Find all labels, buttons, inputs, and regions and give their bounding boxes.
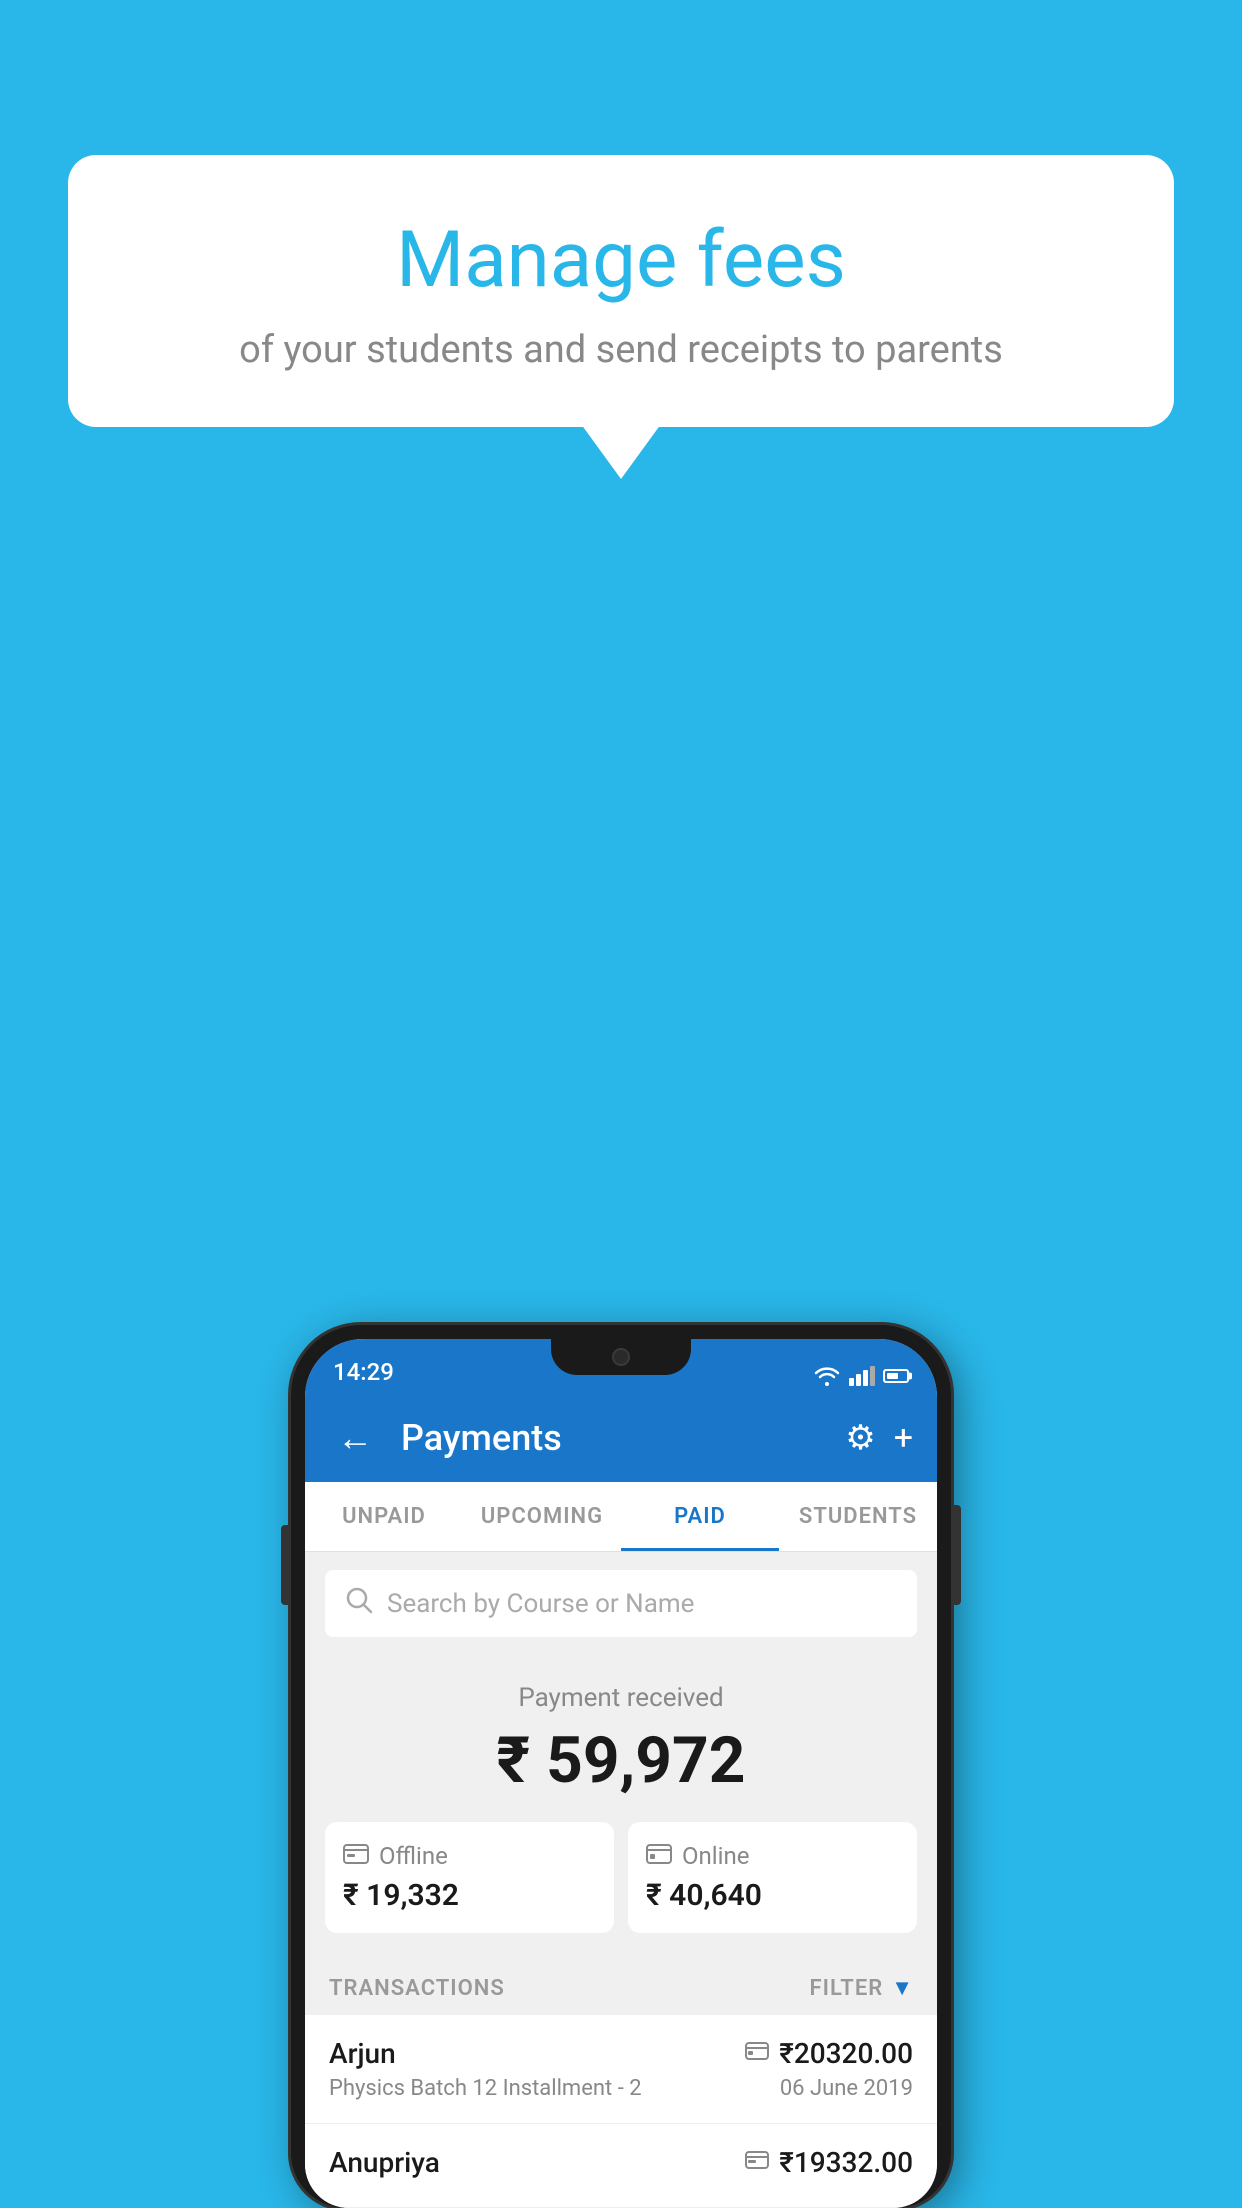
search-icon (345, 1586, 373, 1621)
table-row[interactable]: Arjun ₹20320.00 (305, 2015, 937, 2124)
phone-inner: 14:29 (305, 1339, 937, 2208)
payment-type-icon (745, 2150, 769, 2175)
online-card: Online ₹ 40,640 (628, 1822, 917, 1933)
online-icon (646, 1842, 672, 1870)
tabs-container: UNPAID UPCOMING PAID STUDENTS (305, 1482, 937, 1552)
payment-amount: ₹ 59,972 (325, 1723, 917, 1798)
phone-mockup: 14:29 (291, 1325, 951, 2208)
transaction-list: Arjun ₹20320.00 (305, 2015, 937, 2208)
amount-wrap: ₹19332.00 (745, 2146, 913, 2179)
status-icons (813, 1366, 909, 1386)
online-label: Online (682, 1842, 749, 1870)
online-card-header: Online (646, 1842, 899, 1870)
transaction-date: 06 June 2019 (780, 2076, 913, 2101)
student-name: Anupriya (329, 2146, 440, 2179)
filter-icon: ▼ (891, 1975, 913, 2001)
offline-card-header: Offline (343, 1842, 596, 1870)
offline-icon (343, 1842, 369, 1870)
speech-bubble-container: Manage fees of your students and send re… (68, 155, 1174, 427)
table-row[interactable]: Anupriya ₹19332.00 (305, 2124, 937, 2208)
transaction-amount: ₹20320.00 (779, 2037, 913, 2070)
filter-label: FILTER (810, 1976, 884, 2001)
offline-label: Offline (379, 1842, 448, 1870)
transaction-bottom: Physics Batch 12 Installment - 2 06 June… (329, 2076, 913, 2101)
filter-button[interactable]: FILTER ▼ (810, 1975, 913, 2001)
phone-notch (551, 1339, 691, 1375)
app-bar-title: Payments (401, 1417, 825, 1459)
payment-summary: Payment received ₹ 59,972 (305, 1655, 937, 1953)
transaction-top: Arjun ₹20320.00 (329, 2037, 913, 2070)
search-container: Search by Course or Name (305, 1552, 937, 1655)
speech-bubble: Manage fees of your students and send re… (68, 155, 1174, 427)
app-bar: ← Payments ⚙ + (305, 1394, 937, 1482)
transaction-course: Physics Batch 12 Installment - 2 (329, 2076, 642, 2101)
online-amount: ₹ 40,640 (646, 1878, 899, 1913)
offline-card: Offline ₹ 19,332 (325, 1822, 614, 1933)
add-icon[interactable]: + (894, 1418, 913, 1458)
wifi-icon (813, 1366, 841, 1386)
transaction-amount: ₹19332.00 (779, 2146, 913, 2179)
status-time: 14:29 (333, 1358, 394, 1386)
offline-amount: ₹ 19,332 (343, 1878, 596, 1913)
tab-students[interactable]: STUDENTS (779, 1482, 937, 1551)
payment-type-icon (745, 2041, 769, 2066)
transactions-header: TRANSACTIONS FILTER ▼ (305, 1953, 937, 2015)
payment-cards: Offline ₹ 19,332 (325, 1822, 917, 1933)
phone-outer: 14:29 (291, 1325, 951, 2208)
bubble-subtitle: of your students and send receipts to pa… (138, 328, 1104, 372)
transactions-label: TRANSACTIONS (329, 1976, 505, 2001)
settings-icon[interactable]: ⚙ (845, 1418, 875, 1458)
back-button[interactable]: ← (329, 1409, 381, 1467)
app-bar-icons: ⚙ + (845, 1418, 913, 1458)
transaction-top: Anupriya ₹19332.00 (329, 2146, 913, 2179)
signal-bars-icon (849, 1366, 875, 1386)
battery-icon (883, 1369, 909, 1383)
tab-paid[interactable]: PAID (621, 1482, 779, 1551)
tab-unpaid[interactable]: UNPAID (305, 1482, 463, 1551)
search-bar[interactable]: Search by Course or Name (325, 1570, 917, 1637)
payment-received-label: Payment received (325, 1683, 917, 1713)
tab-upcoming[interactable]: UPCOMING (463, 1482, 621, 1551)
bubble-title: Manage fees (138, 215, 1104, 306)
student-name: Arjun (329, 2037, 396, 2070)
notch-camera (612, 1348, 630, 1366)
search-placeholder: Search by Course or Name (387, 1589, 694, 1619)
amount-wrap: ₹20320.00 (745, 2037, 913, 2070)
